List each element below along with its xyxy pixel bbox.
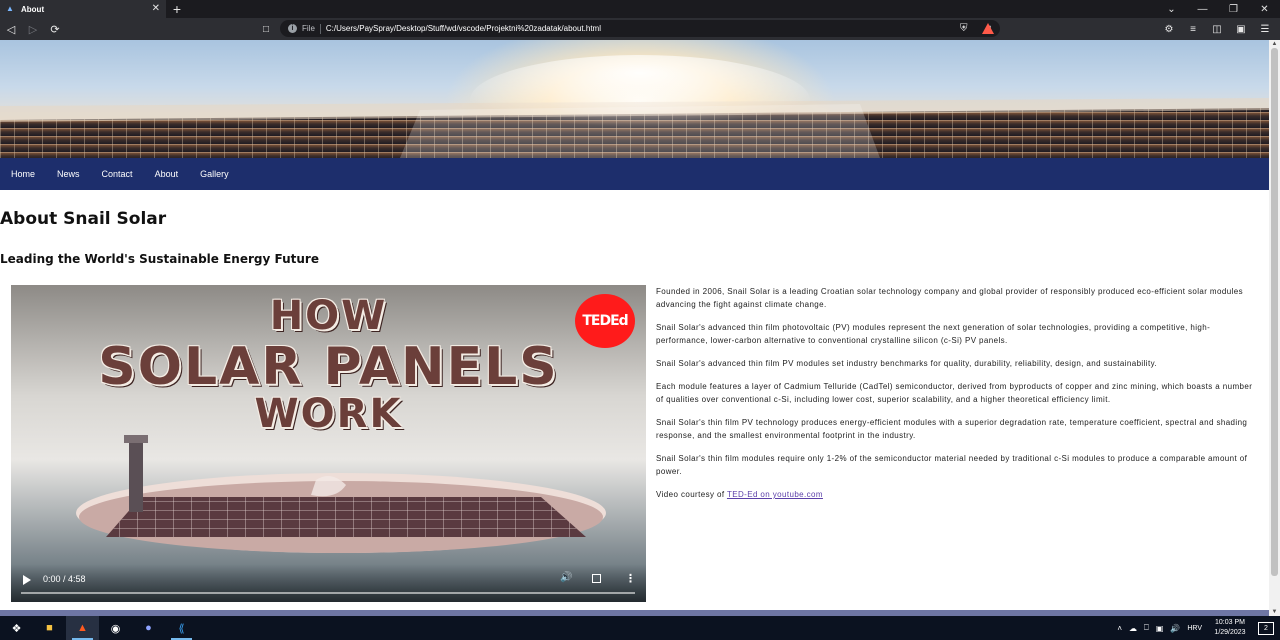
taskbar-clock[interactable]: 10:03 PM 1/29/2023	[1209, 618, 1251, 638]
page-subtitle: Leading the World's Sustainable Energy F…	[0, 252, 319, 266]
url-scheme-label: File	[302, 24, 315, 33]
page-title: About Snail Solar	[0, 209, 167, 229]
reading-list-icon[interactable]: ≡	[1184, 24, 1202, 35]
about-paragraph: Snail Solar's advanced thin film PV modu…	[656, 359, 1158, 368]
video-time: 0:00 / 4:58	[43, 574, 86, 584]
restore-icon[interactable]: ❐	[1218, 4, 1249, 15]
discord-icon[interactable]: ●	[132, 616, 165, 640]
video-player[interactable]: TEDEd HOW SOLAR PANELS WORK 0:00 / 4:58 …	[11, 285, 646, 602]
video-progress-bar[interactable]	[21, 592, 635, 594]
video-credit: Video courtesy of TED-Ed on youtube.com	[656, 488, 1260, 501]
tab-favicon-icon: ▲	[6, 4, 14, 13]
url-text[interactable]: C:/Users/PaySpray/Desktop/Stuff/wd/vscod…	[326, 24, 980, 33]
steam-icon[interactable]: ◉	[99, 616, 132, 640]
input-language[interactable]: HRV	[1187, 625, 1202, 632]
video-title-line2: SOLAR PANELS	[98, 337, 559, 397]
window-controls: ⌄ — ❐ ✕	[1156, 0, 1280, 18]
vscode-icon[interactable]: ⟪	[165, 616, 198, 640]
clock-date: 1/29/2023	[1214, 629, 1246, 636]
onedrive-icon[interactable]: ☁	[1129, 624, 1137, 633]
sidebar-icon[interactable]: ◫	[1208, 24, 1226, 35]
close-tab-icon[interactable]: ✕	[152, 4, 160, 14]
solar-panels-image	[0, 55, 1269, 158]
nav-link-gallery[interactable]: Gallery	[189, 158, 240, 190]
notifications-icon[interactable]: 2	[1258, 621, 1274, 635]
site-navbar: Home News Contact About Gallery	[0, 158, 1269, 190]
brave-rewards-icon[interactable]	[982, 23, 994, 34]
usb-icon[interactable]: ⎕	[1144, 623, 1149, 633]
fullscreen-icon[interactable]	[592, 574, 601, 583]
show-hidden-icons-icon[interactable]: ˄	[1117, 624, 1122, 633]
extensions-icon[interactable]: ⚙	[1160, 24, 1178, 35]
wallet-icon[interactable]: ▣	[1232, 24, 1250, 35]
bookmark-icon[interactable]: □	[258, 18, 274, 40]
video-title-line3: WORK	[254, 391, 403, 437]
about-article: Founded in 2006, Snail Solar is a leadin…	[656, 285, 1260, 511]
forward-icon[interactable]: ▷	[22, 18, 44, 40]
back-icon[interactable]: ◁	[0, 18, 22, 40]
file-explorer-icon[interactable]: ■	[33, 616, 66, 640]
hero-banner-image	[0, 40, 1269, 158]
windows-taskbar: ❖ ■ ▲ ◉ ● ⟪ ˄ ☁ ⎕ ▣ 🔊 HRV 10:03 PM 1/29/…	[0, 616, 1280, 640]
tab-title: About	[21, 4, 45, 14]
nav-link-contact[interactable]: Contact	[91, 158, 144, 190]
more-options-icon[interactable]: ⋮	[625, 572, 636, 585]
network-icon[interactable]: ▣	[1156, 624, 1164, 633]
windows-start-icon[interactable]: ❖	[0, 616, 33, 640]
new-tab-icon[interactable]: +	[166, 0, 188, 18]
brave-browser-icon[interactable]: ▲	[66, 616, 99, 640]
speaker-icon[interactable]: 🔊	[1170, 624, 1180, 633]
address-bar[interactable]: i File C:/Users/PaySpray/Desktop/Stuff/w…	[280, 20, 1000, 37]
play-icon[interactable]	[23, 575, 31, 585]
page-viewport: Home News Contact About Gallery About Sn…	[0, 40, 1269, 616]
system-tray: ˄ ☁ ⎕ ▣ 🔊 HRV 10:03 PM 1/29/2023 2	[1117, 616, 1280, 640]
clock-time: 10:03 PM	[1215, 619, 1245, 626]
nav-link-about[interactable]: About	[144, 158, 190, 190]
scroll-up-icon[interactable]: ▲	[1269, 40, 1280, 48]
browser-toolbar: ◁ ▷ ⟳ □ i File C:/Users/PaySpray/Desktop…	[0, 18, 1280, 40]
url-separator	[319, 23, 321, 34]
nav-link-news[interactable]: News	[46, 158, 91, 190]
video-title-line1: HOW	[269, 293, 388, 339]
tab-search-icon[interactable]: ⌄	[1156, 4, 1187, 15]
about-paragraph: Snail Solar's thin film modules require …	[656, 454, 1248, 476]
nav-link-home[interactable]: Home	[0, 158, 46, 190]
scroll-down-icon[interactable]: ▼	[1269, 608, 1280, 616]
ted-ed-youtube-link[interactable]: TED-Ed on youtube.com	[727, 490, 823, 499]
credit-prefix: Video courtesy of	[656, 490, 725, 499]
close-window-icon[interactable]: ✕	[1249, 4, 1280, 15]
minimize-icon[interactable]: —	[1187, 4, 1218, 15]
site-info-icon[interactable]: i	[288, 24, 297, 33]
scroll-thumb[interactable]	[1271, 48, 1278, 576]
about-paragraph: Each module features a layer of Cadmium …	[656, 382, 1253, 404]
screen: ▲ About ✕ + ⌄ — ❐ ✕ ◁ ▷ ⟳ □ i File C:/Us…	[0, 0, 1280, 640]
about-paragraph: Snail Solar's thin film PV technology pr…	[656, 418, 1248, 440]
extension-icons: ⚙ ≡ ◫ ▣ ☰	[1160, 18, 1274, 40]
browser-tab-strip: ▲ About ✕ + ⌄ — ❐ ✕	[0, 0, 1280, 18]
menu-icon[interactable]: ☰	[1256, 24, 1274, 35]
about-paragraph: Snail Solar's advanced thin film photovo…	[656, 323, 1211, 345]
page-scrollbar[interactable]: ▲ ▼	[1269, 40, 1280, 616]
video-controls: 0:00 / 4:58 🔊 ⋮	[11, 564, 646, 602]
brave-shield-icon[interactable]: ⛨	[960, 23, 971, 35]
about-paragraph: Founded in 2006, Snail Solar is a leadin…	[656, 287, 1243, 309]
volume-icon[interactable]: 🔊	[560, 572, 572, 583]
reload-icon[interactable]: ⟳	[44, 18, 66, 40]
browser-tab[interactable]: ▲ About ✕	[0, 0, 166, 18]
